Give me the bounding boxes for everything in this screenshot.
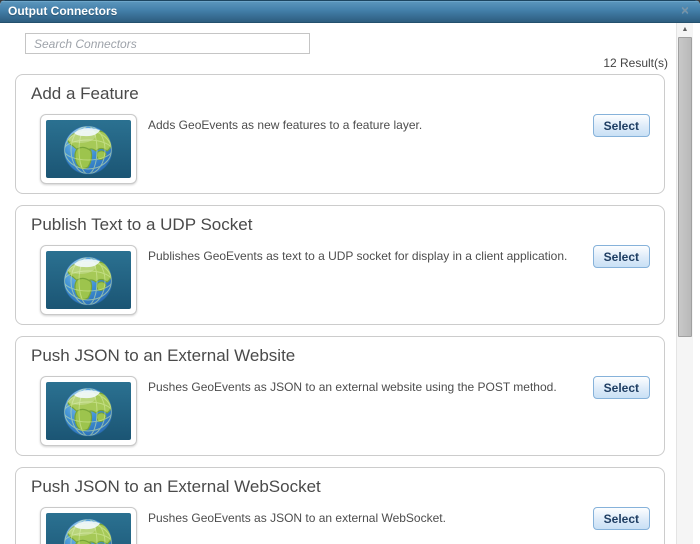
scroll-up-icon[interactable]: ▲ [677, 23, 693, 37]
select-button[interactable]: Select [592, 245, 650, 268]
dialog-title: Output Connectors [8, 4, 118, 18]
close-icon[interactable]: ✕ [678, 4, 692, 18]
connector-list: Add a Feature Adds GeoEvents as new feat… [15, 74, 665, 544]
connector-card: Push JSON to an External WebSocket Pushe… [15, 467, 665, 544]
results-count: 12 Result(s) [603, 56, 668, 70]
globe-icon [46, 382, 131, 440]
connector-title: Push JSON to an External Website [31, 346, 296, 365]
connector-title: Add a Feature [31, 84, 139, 103]
scrollbar[interactable]: ▲ [676, 23, 693, 544]
connector-card: Push JSON to an External Website Pushes … [15, 336, 665, 456]
connector-description: Publishes GeoEvents as text to a UDP soc… [148, 249, 568, 263]
select-button[interactable]: Select [592, 376, 650, 399]
connector-thumbnail [40, 507, 137, 544]
output-connectors-dialog: Output Connectors ✕ 12 Result(s) Add a F… [0, 0, 700, 544]
connector-thumbnail [40, 114, 137, 184]
globe-icon [46, 251, 131, 309]
connector-description: Adds GeoEvents as new features to a feat… [148, 118, 423, 132]
globe-icon [46, 120, 131, 178]
scrollbar-thumb[interactable] [678, 37, 692, 337]
connector-card: Publish Text to a UDP Socket Publishes G… [15, 205, 665, 325]
connector-title: Publish Text to a UDP Socket [31, 215, 253, 234]
connector-thumbnail [40, 376, 137, 446]
connector-title: Push JSON to an External WebSocket [31, 477, 321, 496]
connector-thumbnail [40, 245, 137, 315]
select-button[interactable]: Select [592, 507, 650, 530]
select-button[interactable]: Select [592, 114, 650, 137]
globe-icon [46, 513, 131, 544]
connector-description: Pushes GeoEvents as JSON to an external … [148, 511, 446, 525]
connector-card: Add a Feature Adds GeoEvents as new feat… [15, 74, 665, 194]
search-input[interactable] [25, 33, 310, 54]
dialog-body: 12 Result(s) Add a Feature [0, 23, 700, 544]
connector-description: Pushes GeoEvents as JSON to an external … [148, 380, 557, 394]
dialog-titlebar[interactable]: Output Connectors ✕ [0, 0, 700, 23]
